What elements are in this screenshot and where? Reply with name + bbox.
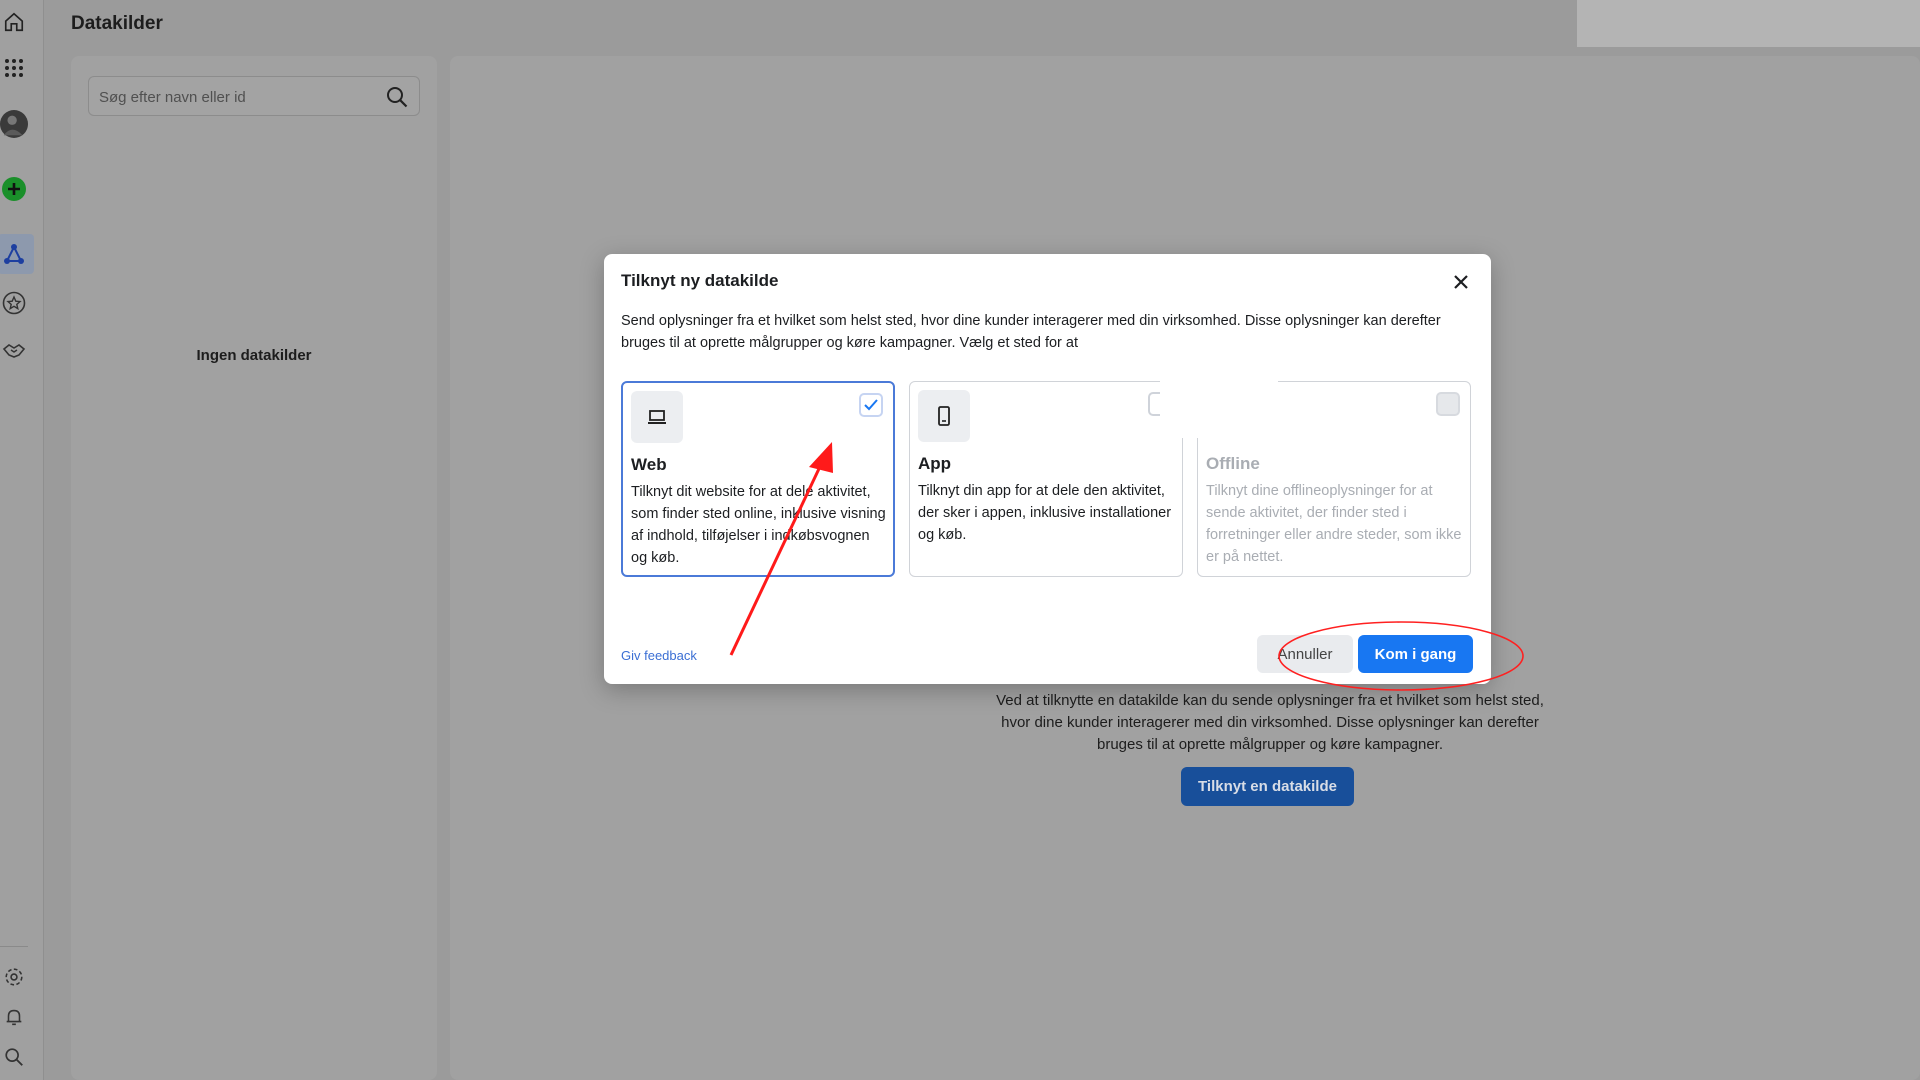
search-icon[interactable]	[385, 85, 409, 114]
check-icon	[864, 399, 878, 411]
dialog-title: Tilknyt ny datakilde	[621, 271, 779, 290]
notifications-icon[interactable]	[0, 1003, 28, 1031]
rail-divider	[0, 946, 28, 947]
connect-data-source-dialog: Tilknyt ny datakilde Send oplysninger fr…	[604, 254, 1491, 684]
home-icon[interactable]	[0, 8, 28, 36]
laptop-icon	[631, 391, 683, 443]
search-field[interactable]	[88, 76, 420, 116]
page-title: Datakilder	[71, 13, 163, 34]
search-icon[interactable]	[0, 1043, 28, 1071]
settings-icon[interactable]	[0, 963, 28, 991]
connect-data-source-button[interactable]: Tilknyt en datakilde	[1181, 767, 1354, 806]
close-icon	[1454, 275, 1468, 289]
left-nav-rail	[0, 0, 44, 1080]
mobile-icon	[918, 390, 970, 442]
data-sources-list-panel: Ingen datakilder	[71, 56, 437, 1080]
option-card-web[interactable]: Web Tilknyt dit website for at dele akti…	[621, 381, 895, 577]
option-card-app[interactable]: App Tilknyt din app for at dele den akti…	[909, 381, 1183, 577]
dialog-description: Send oplysninger fra et hvilket som hels…	[621, 313, 1441, 351]
empty-state-label: Ingen datakilder	[196, 347, 312, 364]
handshake-icon[interactable]	[0, 337, 28, 365]
feedback-link[interactable]: Giv feedback	[621, 648, 697, 663]
apps-grid-icon[interactable]	[0, 54, 28, 82]
add-icon[interactable]	[0, 175, 28, 203]
get-started-button[interactable]: Kom i gang	[1358, 635, 1473, 673]
empty-state-description: Ved at tilknytte en datakilde kan du sen…	[996, 692, 1544, 753]
data-sources-icon[interactable]	[0, 234, 34, 274]
top-right-blank-area	[1577, 0, 1920, 47]
option-description: Tilknyt dine offlineoplysninger for at s…	[1206, 483, 1462, 565]
data-source-options: Web Tilknyt dit website for at dele akti…	[621, 381, 1474, 577]
search-input[interactable]	[99, 86, 369, 108]
option-checkbox-web[interactable]	[859, 393, 883, 417]
redaction-patch	[1160, 326, 1278, 438]
option-title: Offline	[1206, 454, 1260, 473]
option-checkbox-offline[interactable]	[1436, 392, 1460, 416]
option-description: Tilknyt din app for at dele den aktivite…	[918, 483, 1172, 543]
avatar[interactable]	[0, 110, 28, 138]
cancel-button[interactable]: Annuller	[1257, 635, 1353, 673]
option-description: Tilknyt dit website for at dele aktivite…	[631, 484, 886, 566]
option-title: App	[918, 454, 952, 473]
star-icon[interactable]	[0, 289, 28, 317]
close-button[interactable]	[1449, 270, 1473, 294]
option-title: Web	[631, 455, 667, 474]
